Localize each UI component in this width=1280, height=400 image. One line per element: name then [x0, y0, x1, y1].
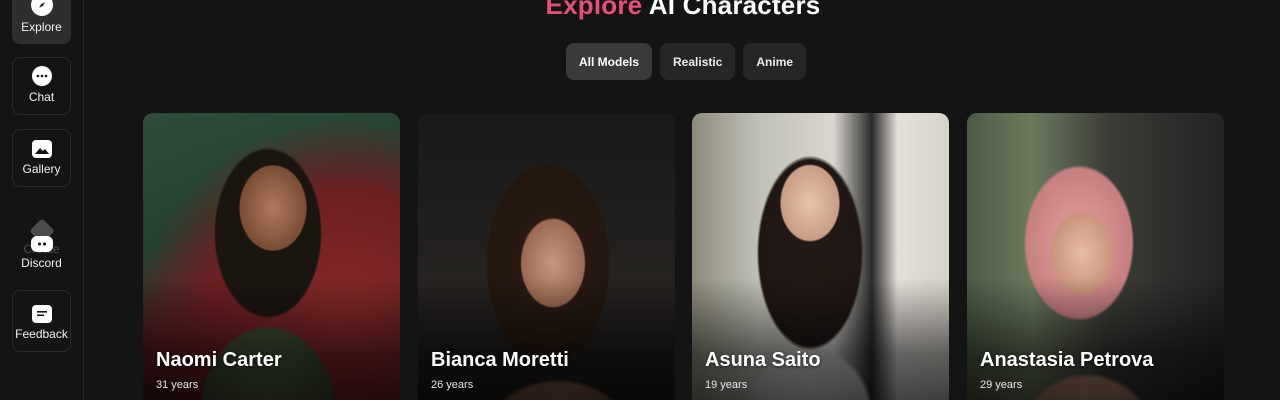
tab-realistic[interactable]: Realistic	[660, 43, 736, 80]
sidebar-item-feedback[interactable]: Feedback	[12, 290, 71, 352]
page-title: Explore AI Characters	[0, 0, 1280, 21]
sidebar-item-label: Chat	[28, 90, 55, 104]
character-age: 31 years	[156, 379, 199, 391]
character-card[interactable]: Bianca Moretti 26 years	[418, 113, 675, 400]
character-name: Anastasia Petrova	[980, 349, 1154, 371]
sidebar-item-label: Gallery	[22, 162, 61, 176]
title-accent: Explore	[545, 0, 643, 20]
character-age: 26 years	[431, 379, 474, 391]
feedback-icon	[31, 305, 52, 323]
character-age: 19 years	[705, 379, 748, 391]
image-icon	[31, 140, 52, 158]
filter-tabs: All Models Realistic Anime	[566, 43, 807, 80]
discord-icon	[30, 236, 53, 252]
app-root: Explore Chat Gallery Create Discord	[0, 0, 1280, 400]
sidebar-item-label: Feedback	[15, 327, 68, 341]
sidebar: Explore Chat Gallery Create Discord	[0, 0, 84, 400]
character-name: Naomi Carter	[156, 349, 282, 371]
title-rest: AI Characters	[642, 0, 821, 20]
character-age: 29 years	[980, 379, 1023, 391]
sidebar-item-chat[interactable]: Chat	[12, 57, 71, 115]
sidebar-item-gallery[interactable]: Gallery	[12, 129, 71, 187]
character-name: Bianca Moretti	[431, 349, 569, 371]
character-card[interactable]: Naomi Carter 31 years	[143, 113, 400, 400]
tab-all-models[interactable]: All Models	[566, 43, 653, 80]
sidebar-item-discord[interactable]: Discord	[12, 222, 71, 280]
sidebar-item-label: Discord	[21, 256, 62, 270]
sidebar-item-label: Explore	[21, 20, 62, 34]
character-card[interactable]: Asuna Saito 19 years	[692, 113, 949, 400]
character-card[interactable]: Anastasia Petrova 29 years	[967, 113, 1224, 400]
chat-bubble-icon	[31, 66, 52, 86]
character-name: Asuna Saito	[705, 349, 821, 371]
tab-anime[interactable]: Anime	[743, 43, 807, 80]
